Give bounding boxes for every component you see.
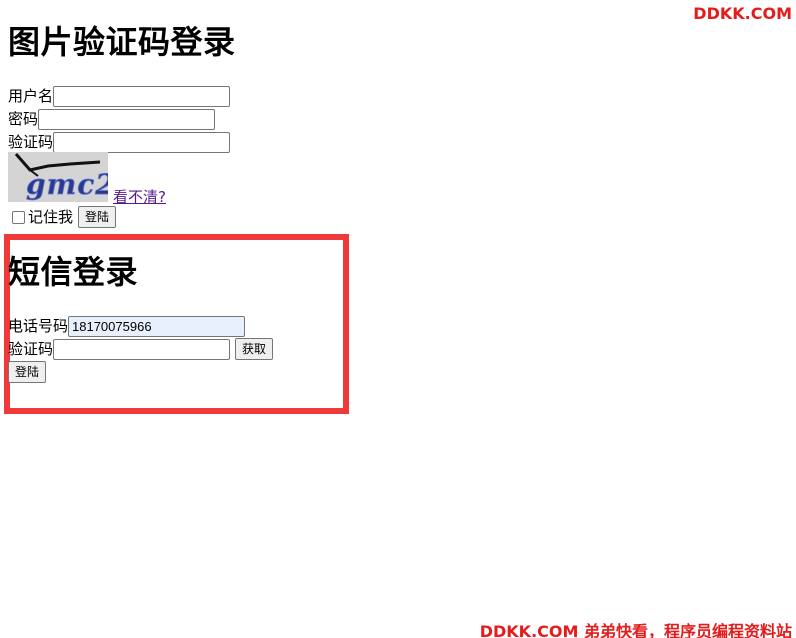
image-code-input[interactable] [53,131,231,153]
image-code-label: 验证码 [8,133,54,151]
username-row: 用户名 [8,85,231,107]
password-label: 密码 [8,110,39,128]
remember-checkbox[interactable] [12,210,25,224]
phone-row: 电话号码 [8,315,246,337]
password-row: 密码 [8,108,216,130]
sms-login-row: 登陆 [8,361,47,383]
phone-label: 电话号码 [8,317,69,335]
password-input[interactable] [38,108,216,130]
sms-login-title: 短信登录 [8,253,139,291]
phone-input[interactable] [68,315,246,337]
captcha-graphic: gmc2 [8,152,115,202]
watermark-top: DDKK.COM [693,4,792,23]
get-code-button[interactable]: 获取 [235,338,274,360]
captcha-text: gmc2 [26,168,108,201]
image-code-row: 验证码 [8,131,231,153]
refresh-captcha-link[interactable]: 看不清? [113,186,166,207]
sms-code-row: 验证码 获取 [8,338,274,360]
image-login-button[interactable]: 登陆 [78,206,117,228]
username-label: 用户名 [8,87,54,105]
sms-login-button[interactable]: 登陆 [8,361,47,383]
captcha-image[interactable]: gmc2 [8,152,115,202]
sms-code-label: 验证码 [8,340,54,358]
image-login-title: 图片验证码登录 [8,23,236,61]
remember-label: 记住我 [28,208,74,226]
watermark-bottom: DDKK.COM 弟弟快看，程序员编程资料站 [479,622,792,638]
remember-row: 记住我 登陆 [8,206,117,228]
username-input[interactable] [53,85,231,107]
sms-code-input[interactable] [53,338,231,360]
page: DDKK.COM 图片验证码登录 用户名 密码 验证码 gmc2 看不清? 记住… [0,0,796,638]
